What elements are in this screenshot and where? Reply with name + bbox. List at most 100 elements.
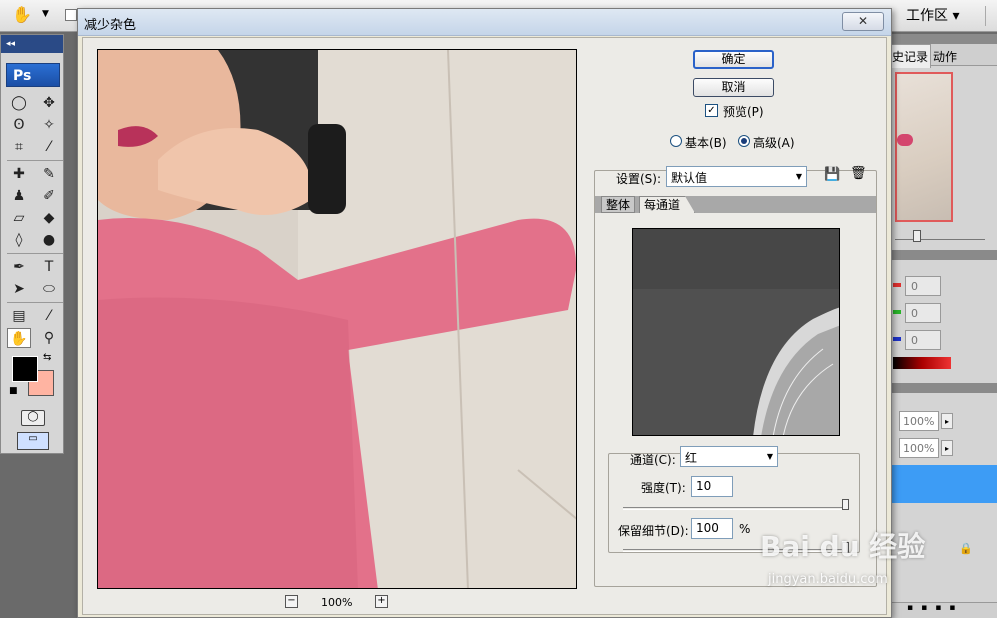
tab-per-channel[interactable]: 每通道 xyxy=(639,196,696,213)
zoom-out-button[interactable]: − xyxy=(285,595,298,608)
workspace-menu-button[interactable]: 工作区 ▾ xyxy=(900,5,965,27)
tool-preset-dropdown[interactable]: ▼ xyxy=(42,9,49,19)
tool-separator xyxy=(7,253,63,254)
pen-tool-icon[interactable]: ✒ xyxy=(7,257,31,277)
swap-colors-icon[interactable]: ⇆ xyxy=(43,352,51,363)
dialog-titlebar[interactable]: 减少杂色 ✕ xyxy=(78,9,891,36)
panel-spacer xyxy=(889,393,997,407)
blue-value-field[interactable]: 0 xyxy=(905,330,941,350)
path-selection-icon[interactable]: ➤ xyxy=(7,279,31,299)
save-preset-icon[interactable]: 💾 xyxy=(824,167,840,182)
blur-tool-icon[interactable]: ◊ xyxy=(7,230,31,250)
dialog-title: 减少杂色 xyxy=(84,18,137,33)
cancel-button[interactable]: 取消 xyxy=(693,78,774,97)
image-preview[interactable] xyxy=(97,49,577,589)
ok-button[interactable]: 确定 xyxy=(693,50,774,69)
basic-mode-radio[interactable] xyxy=(670,135,682,147)
preserve-details-unit: % xyxy=(739,522,751,536)
hand-tool-icon[interactable]: ✋ xyxy=(10,5,34,25)
screen-mode-button[interactable]: ▭ xyxy=(17,432,49,450)
lock-icon: 🔒 xyxy=(959,542,973,555)
strength-input[interactable]: 10 xyxy=(691,476,733,497)
tab-overall[interactable]: 整体 xyxy=(601,196,636,213)
history-brush-icon[interactable]: ✐ xyxy=(37,186,61,206)
color-swatches: ⇆ ■ xyxy=(7,352,63,402)
preview-photo xyxy=(98,50,576,588)
panel-strip xyxy=(889,383,997,393)
tool-grid: ◯ ✥ ʘ ✧ ⌗ ⁄ ✚ ✎ ♟ ✐ ▱ ◆ ◊ ● ✒ T ➤ ⬭ ▤ ⁄ … xyxy=(1,87,63,348)
watermark-logo: Bai du 经验 xyxy=(760,530,926,563)
watermark-url: jingyan.baidu.com xyxy=(768,572,888,587)
brush-tool-icon[interactable]: ✎ xyxy=(37,164,61,184)
strength-slider-track[interactable] xyxy=(623,507,843,510)
basic-mode-label: 基本(B) xyxy=(685,136,727,150)
dodge-tool-icon[interactable]: ● xyxy=(37,230,61,250)
zoom-tool-icon[interactable]: ⚲ xyxy=(37,328,61,348)
fill-field[interactable]: 100% xyxy=(899,438,939,458)
tab-strip: 整体 每通道 xyxy=(595,196,876,213)
eraser-tool-icon[interactable]: ▱ xyxy=(7,208,31,228)
color-row-blue: 0 xyxy=(889,328,997,353)
healing-brush-icon[interactable]: ✚ xyxy=(7,164,31,184)
toolbox: ◂◂ Ps ◯ ✥ ʘ ✧ ⌗ ⁄ ✚ ✎ ♟ ✐ ▱ ◆ ◊ ● ✒ T ➤ … xyxy=(0,34,64,454)
paint-bucket-icon[interactable]: ◆ xyxy=(37,208,61,228)
chevron-down-icon: ▼ xyxy=(795,172,802,181)
fill-row: 100% ▸ xyxy=(889,434,997,461)
green-channel-swatch xyxy=(893,310,901,314)
eyedropper-icon[interactable]: ⁄ xyxy=(37,306,61,326)
settings-label: 设置(S): xyxy=(616,172,662,186)
settings-value: 默认值 xyxy=(671,171,708,185)
selected-layer-row[interactable] xyxy=(889,465,997,503)
tool-separator xyxy=(7,302,63,303)
foreground-color-swatch[interactable] xyxy=(12,356,38,382)
lasso-tool-icon[interactable]: ʘ xyxy=(7,115,31,135)
color-row-red: 0 xyxy=(889,274,997,299)
history-snapshot-thumbnail[interactable] xyxy=(895,72,953,222)
panel-strip xyxy=(889,34,997,44)
move-tool-icon[interactable]: ✥ xyxy=(37,93,61,113)
hand-tool-icon[interactable]: ✋ xyxy=(7,328,31,348)
preview-checkbox[interactable]: ✓ xyxy=(705,104,718,117)
notes-tool-icon[interactable]: ▤ xyxy=(7,306,31,326)
preview-checkbox-label: 预览(P) xyxy=(723,105,764,119)
options-checkbox[interactable] xyxy=(65,9,77,21)
quick-mask-button[interactable]: ◯ xyxy=(21,410,45,426)
channel-dropdown[interactable]: 红 ▼ xyxy=(680,446,778,467)
channel-preview[interactable] xyxy=(632,228,840,436)
slice-tool-icon[interactable]: ⁄ xyxy=(37,137,61,157)
blue-channel-swatch xyxy=(893,337,901,341)
default-colors-icon[interactable]: ■ xyxy=(9,386,18,396)
red-value-field[interactable]: 0 xyxy=(905,276,941,296)
ps-logo: Ps xyxy=(6,63,60,87)
tab-actions[interactable]: 动作 xyxy=(931,45,959,68)
panel-strip xyxy=(889,250,997,260)
channel-value: 红 xyxy=(685,451,698,465)
strength-slider-thumb[interactable] xyxy=(842,499,849,510)
preserve-details-input[interactable]: 100 xyxy=(691,518,733,539)
elliptical-marquee-icon[interactable]: ◯ xyxy=(7,93,31,113)
ellipse-shape-icon[interactable]: ⬭ xyxy=(37,279,61,299)
clone-stamp-icon[interactable]: ♟ xyxy=(7,186,31,206)
channel-preview-image xyxy=(633,229,839,435)
close-button[interactable]: ✕ xyxy=(842,12,884,31)
red-channel-swatch xyxy=(893,283,901,287)
color-ramp[interactable] xyxy=(893,357,951,369)
toolbox-header[interactable]: ◂◂ xyxy=(1,35,63,53)
advanced-mode-radio[interactable] xyxy=(738,135,750,147)
opacity-arrow-icon[interactable]: ▸ xyxy=(941,413,953,429)
tab-history[interactable]: 史记录 xyxy=(889,44,932,68)
fill-arrow-icon[interactable]: ▸ xyxy=(941,440,953,456)
zoom-in-button[interactable]: + xyxy=(375,595,388,608)
crop-tool-icon[interactable]: ⌗ xyxy=(7,137,31,157)
delete-preset-icon[interactable]: 🗑 xyxy=(850,166,867,181)
navigator-zoom-slider[interactable] xyxy=(895,230,985,242)
green-value-field[interactable]: 0 xyxy=(905,303,941,323)
layers-panel-footer: ▪▪▪▪ xyxy=(889,602,997,618)
magic-wand-icon[interactable]: ✧ xyxy=(37,115,61,135)
opacity-field[interactable]: 100% xyxy=(899,411,939,431)
options-bar-divider xyxy=(985,6,987,26)
color-row-green: 0 xyxy=(889,301,997,326)
settings-dropdown[interactable]: 默认值 ▼ xyxy=(666,166,807,187)
preserve-details-label: 保留细节(D): xyxy=(618,524,689,538)
type-tool-icon[interactable]: T xyxy=(37,257,61,277)
